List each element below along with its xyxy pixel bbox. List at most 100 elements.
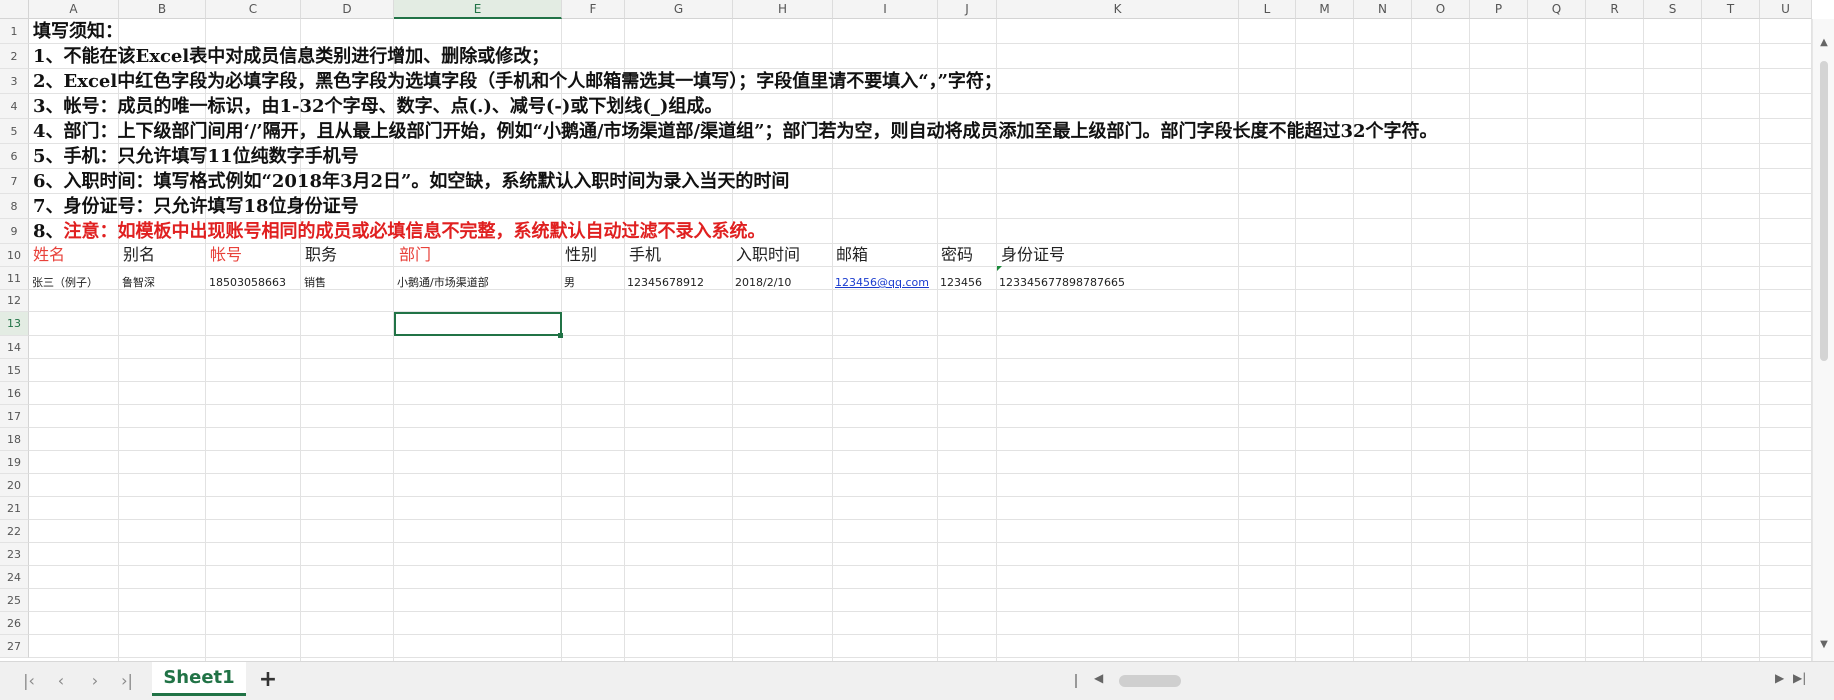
row-header-10[interactable]: 10 (0, 244, 29, 267)
row-gridline (29, 218, 1812, 219)
first-page-icon[interactable]: |‹ (17, 670, 41, 692)
example-email-link[interactable]: 123456@qq.com (835, 275, 929, 291)
header-hire-date[interactable]: 入职时间 (736, 244, 800, 266)
column-header-n[interactable]: N (1354, 0, 1412, 19)
spreadsheet-grid[interactable]: ABCDEFGHIJKLMNOPQRSTU 1 2 3 4 5 6 7 8 9 10 11 12 13 1… (0, 0, 1834, 661)
header-alias[interactable]: 别名 (123, 244, 155, 266)
row-header-23[interactable]: 23 (0, 543, 29, 566)
note-rule-7: 7、身份证号：只允许填写18位身份证号 (33, 196, 359, 217)
column-header-m[interactable]: M (1296, 0, 1354, 19)
row-header-15[interactable]: 15 (0, 359, 29, 382)
row-header-8[interactable]: 8 (0, 194, 29, 219)
row-header-17[interactable]: 17 (0, 405, 29, 428)
row-header-9[interactable]: 9 (0, 219, 29, 244)
column-header-s[interactable]: S (1644, 0, 1702, 19)
row-header-16[interactable]: 16 (0, 382, 29, 405)
row-header-12[interactable]: 12 (0, 290, 29, 312)
row-header-7[interactable]: 7 (0, 169, 29, 194)
example-hire-date[interactable]: 2018/2/10 (735, 275, 791, 291)
column-header-h[interactable]: H (733, 0, 833, 19)
chevron-right-icon[interactable]: › (83, 670, 107, 692)
row-header-4[interactable]: 4 (0, 94, 29, 119)
vertical-scrollbar[interactable]: ▲ ▼ (1812, 19, 1834, 661)
header-email[interactable]: 邮箱 (836, 244, 868, 266)
column-header-t[interactable]: T (1702, 0, 1760, 19)
header-name[interactable]: 姓名 (33, 244, 65, 266)
example-account[interactable]: 18503058663 (209, 275, 286, 291)
example-password[interactable]: 123456 (940, 275, 982, 291)
scroll-left-icon[interactable]: ◀ (1094, 671, 1103, 685)
horizontal-scroll-divider[interactable] (1075, 674, 1077, 688)
example-gender[interactable]: 男 (564, 275, 575, 291)
header-position[interactable]: 职务 (305, 244, 337, 266)
tab-sheet1[interactable]: Sheet1 (152, 662, 246, 696)
row-header-26[interactable]: 26 (0, 612, 29, 635)
row-gridline (29, 611, 1812, 612)
column-header-r[interactable]: R (1586, 0, 1644, 19)
scroll-down-icon[interactable]: ▼ (1813, 639, 1834, 650)
select-all-corner[interactable] (0, 0, 29, 19)
row-gridline (29, 427, 1812, 428)
note-rule-8-prefix: 8、 (33, 221, 64, 242)
header-id-number[interactable]: 身份证号 (1001, 244, 1065, 266)
row-gridline (29, 496, 1812, 497)
row-header-14[interactable]: 14 (0, 336, 29, 359)
fill-handle[interactable] (558, 333, 563, 338)
example-name[interactable]: 张三（例子） (32, 275, 98, 291)
row-header-22[interactable]: 22 (0, 520, 29, 543)
example-position[interactable]: 销售 (304, 275, 326, 291)
column-header-k[interactable]: K (997, 0, 1239, 19)
row-header-5[interactable]: 5 (0, 119, 29, 144)
scroll-up-icon[interactable]: ▲ (1813, 37, 1834, 48)
header-account[interactable]: 帐号 (210, 244, 242, 266)
column-header-c[interactable]: C (206, 0, 301, 19)
example-id-number[interactable]: 123345677898787665 (999, 275, 1125, 291)
scroll-end-icon[interactable]: ▶| (1793, 671, 1806, 685)
row-header-6[interactable]: 6 (0, 144, 29, 169)
header-gender[interactable]: 性别 (565, 244, 597, 266)
note-rule-2: 2、Excel中红色字段为必填字段，黑色字段为选填字段（手机和个人邮箱需选其一填… (33, 71, 1002, 92)
chevron-left-icon[interactable]: ‹ (49, 670, 73, 692)
horizontal-scroll-thumb[interactable] (1119, 675, 1181, 687)
row-header-19[interactable]: 19 (0, 451, 29, 474)
plus-icon[interactable]: + (256, 668, 280, 692)
row-header-21[interactable]: 21 (0, 497, 29, 520)
header-department[interactable]: 部门 (399, 244, 431, 266)
row-header-11[interactable]: 11 (0, 267, 29, 290)
column-header-i[interactable]: I (833, 0, 938, 19)
header-password[interactable]: 密码 (941, 244, 973, 266)
row-header-18[interactable]: 18 (0, 428, 29, 451)
row-header-20[interactable]: 20 (0, 474, 29, 497)
header-mobile[interactable]: 手机 (629, 244, 661, 266)
note-rule-5: 5、手机：只允许填写11位纯数字手机号 (33, 146, 359, 167)
column-header-d[interactable]: D (301, 0, 394, 19)
example-mobile[interactable]: 12345678912 (627, 275, 704, 291)
row-header-1[interactable]: 1 (0, 19, 29, 44)
column-header-u[interactable]: U (1760, 0, 1812, 19)
column-header-q[interactable]: Q (1528, 0, 1586, 19)
column-header-o[interactable]: O (1412, 0, 1470, 19)
column-header-p[interactable]: P (1470, 0, 1528, 19)
row-header-27[interactable]: 27 (0, 635, 29, 658)
last-page-icon[interactable]: ›| (115, 670, 139, 692)
note-rule-4: 4、部门：上下级部门间用‘/’隔开，且从最上级部门开始，例如“小鹅通/市场渠道部… (33, 121, 1438, 142)
column-header-e[interactable]: E (394, 0, 562, 19)
column-header-f[interactable]: F (562, 0, 625, 19)
column-header-b[interactable]: B (119, 0, 206, 19)
active-cell-e13[interactable] (394, 312, 562, 336)
column-header-j[interactable]: J (938, 0, 997, 19)
row-gridline (29, 93, 1812, 94)
example-alias[interactable]: 鲁智深 (122, 275, 155, 291)
column-header-g[interactable]: G (625, 0, 733, 19)
row-header-2[interactable]: 2 (0, 44, 29, 69)
column-header-l[interactable]: L (1239, 0, 1296, 19)
row-header-3[interactable]: 3 (0, 69, 29, 94)
example-department[interactable]: 小鹅通/市场渠道部 (397, 275, 489, 291)
row-gridline (29, 473, 1812, 474)
column-header-a[interactable]: A (29, 0, 119, 19)
row-header-13[interactable]: 13 (0, 312, 29, 336)
scroll-right-icon[interactable]: ▶ (1775, 671, 1784, 685)
vertical-scroll-thumb[interactable] (1820, 61, 1828, 361)
row-header-25[interactable]: 25 (0, 589, 29, 612)
row-header-24[interactable]: 24 (0, 566, 29, 589)
